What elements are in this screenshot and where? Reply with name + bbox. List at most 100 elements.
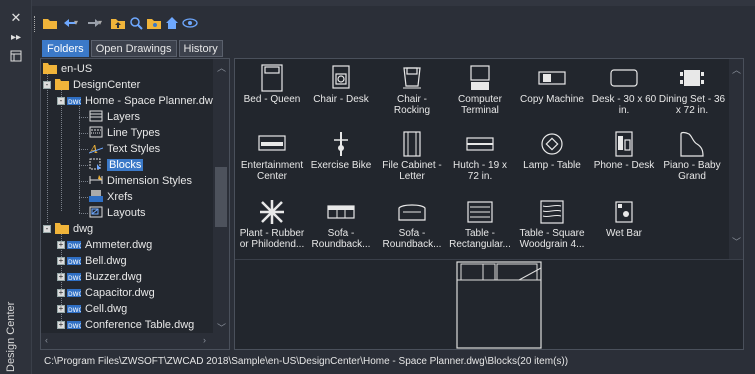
sofa2-icon	[375, 198, 449, 226]
tree-item-label: en-US	[61, 63, 93, 75]
block-item[interactable]: Computer Terminal	[443, 61, 517, 116]
tree-item[interactable]: Layouts	[89, 205, 146, 221]
folder-icon	[43, 62, 57, 75]
tree-scroll-thumb[interactable]	[215, 167, 227, 227]
header-strip	[0, 0, 755, 6]
block-item[interactable]: Plant - Rubber or Philodend...	[235, 195, 309, 250]
block-item[interactable]: Dining Set - 36 x 72 in.	[655, 61, 729, 116]
tree-item-label: Capacitor.dwg	[85, 287, 155, 299]
folder-icon	[55, 222, 69, 235]
block-item[interactable]: Table - Square Woodgrain 4...	[515, 195, 589, 250]
properties-icon[interactable]	[8, 50, 24, 66]
tree-connector	[79, 213, 88, 214]
collapse-toggle-icon[interactable]: -	[43, 81, 51, 89]
auto-hide-icon[interactable]: ▸▸	[8, 30, 24, 46]
expand-toggle-icon[interactable]: +	[57, 289, 65, 297]
tree-item-label: Blocks	[107, 159, 144, 171]
tree-item[interactable]: Layers	[89, 109, 140, 125]
favorites-icon[interactable]	[146, 15, 162, 31]
svg-text:DWG: DWG	[68, 99, 81, 106]
svg-text:DWG: DWG	[68, 307, 81, 314]
tree-connector	[79, 117, 88, 118]
block-label: File Cabinet -	[382, 160, 442, 171]
tree-item[interactable]: DWG Ammeter.dwg	[67, 237, 152, 253]
preview-toggle-icon[interactable]	[182, 15, 198, 31]
tree-vertical-scrollbar[interactable]: ︿ ﹀	[213, 59, 229, 335]
folder-icon	[55, 78, 69, 91]
scroll-right-icon[interactable]: ›	[203, 335, 206, 345]
block-item[interactable]: Exercise Bike	[304, 127, 378, 175]
tree-item[interactable]: Blocks	[89, 157, 144, 173]
tree-item[interactable]: en-US	[43, 61, 92, 77]
tree-item-label: Layouts	[107, 207, 146, 219]
block-item[interactable]: Entertainment Center	[235, 127, 309, 182]
tree-connector	[79, 149, 88, 150]
close-icon[interactable]: ✕	[8, 10, 24, 26]
tree-view[interactable]: en-US-DesignCenter-DWGHome - Space Plann…	[41, 59, 215, 335]
tree-item-label: DesignCenter	[73, 79, 141, 91]
expand-toggle-icon[interactable]: +	[57, 241, 65, 249]
block-item[interactable]: Sofa - Roundback...	[304, 195, 378, 250]
dimstyles-icon	[89, 174, 103, 186]
tree-item-label: Ammeter.dwg	[85, 239, 153, 251]
block-item[interactable]: Wet Bar	[587, 195, 661, 243]
block-item[interactable]: Table - Rectangular...	[443, 195, 517, 250]
content-scroll-up-icon[interactable]: ︿	[732, 63, 741, 76]
block-item[interactable]: Copy Machine	[515, 61, 589, 109]
tree-item[interactable]: DesignCenter	[55, 77, 140, 93]
tab-bar: Folders Open Drawings History	[42, 40, 225, 57]
block-label: Computer	[458, 94, 502, 105]
tree-item[interactable]: A Text Styles	[88, 141, 160, 157]
expand-toggle-icon[interactable]: +	[57, 273, 65, 281]
block-item[interactable]: Desk - 30 x 60 in.	[587, 61, 661, 116]
content-panel: Bed - Queen Chair - Desk Chair - Rocking Com…	[234, 58, 744, 350]
content-vertical-scrollbar[interactable]: ︿ ﹀	[729, 59, 743, 259]
tree-item[interactable]: DWG Buzzer.dwg	[67, 269, 142, 285]
home-icon[interactable]	[164, 15, 180, 31]
tab-open-drawings[interactable]: Open Drawings	[90, 40, 177, 57]
expand-toggle-icon[interactable]: +	[57, 305, 65, 313]
block-item[interactable]: Sofa - Roundback...	[375, 195, 449, 250]
toolbar: ▾ ▾	[32, 12, 755, 36]
tree-connector	[79, 197, 88, 198]
tree-horizontal-scrollbar[interactable]: ‹ ›	[41, 333, 215, 349]
scroll-corner	[213, 333, 229, 349]
block-item[interactable]: Chair - Desk	[304, 61, 378, 109]
expand-toggle-icon[interactable]: +	[57, 257, 65, 265]
block-item[interactable]: Bed - Queen	[235, 61, 309, 109]
tree-item[interactable]: DWG Home - Space Planner.dw	[67, 93, 213, 109]
tree-item[interactable]: DWG Conference Table.dwg	[67, 317, 194, 333]
load-icon[interactable]	[42, 15, 58, 31]
scroll-left-icon[interactable]: ‹	[45, 335, 48, 345]
tree-item[interactable]: DWG Bell.dwg	[67, 253, 127, 269]
tree-item[interactable]: DWG Cell.dwg	[67, 301, 127, 317]
content-scroll-down-icon[interactable]: ﹀	[732, 235, 741, 248]
back-dropdown-icon[interactable]: ▾	[74, 15, 82, 31]
block-item[interactable]: Piano - Baby Grand	[655, 127, 729, 182]
block-item[interactable]: Lamp - Table	[515, 127, 589, 175]
tree-item[interactable]: Line Types	[89, 125, 160, 141]
up-folder-icon[interactable]	[110, 15, 126, 31]
block-item[interactable]: Chair - Rocking	[375, 61, 449, 116]
tree-item-label: Home - Space Planner.dw	[85, 95, 213, 107]
collapse-toggle-icon[interactable]: -	[43, 225, 51, 233]
tree-item[interactable]: Xrefs	[89, 189, 133, 205]
collapse-toggle-icon[interactable]: -	[57, 97, 65, 105]
search-icon[interactable]	[128, 15, 144, 31]
block-item[interactable]: File Cabinet - Letter	[375, 127, 449, 182]
block-item[interactable]: Phone - Desk	[587, 127, 661, 175]
tab-history[interactable]: History	[178, 40, 223, 57]
tree-item[interactable]: dwg	[55, 221, 93, 237]
expand-toggle-icon[interactable]: +	[57, 321, 65, 329]
svg-text:DWG: DWG	[68, 275, 81, 282]
scroll-up-icon[interactable]: ︿	[217, 61, 226, 74]
piano-icon	[655, 130, 729, 158]
block-item[interactable]: Hutch - 19 x 72 in.	[443, 127, 517, 182]
toolbar-grip[interactable]	[34, 16, 37, 32]
forward-dropdown-icon[interactable]: ▾	[98, 15, 106, 31]
tree-item[interactable]: DWG Capacitor.dwg	[67, 285, 155, 301]
tab-folders[interactable]: Folders	[42, 40, 89, 57]
wetbar-icon	[587, 198, 661, 226]
tree-item[interactable]: Dimension Styles	[89, 173, 192, 189]
block-label-line2: Center	[256, 171, 287, 182]
